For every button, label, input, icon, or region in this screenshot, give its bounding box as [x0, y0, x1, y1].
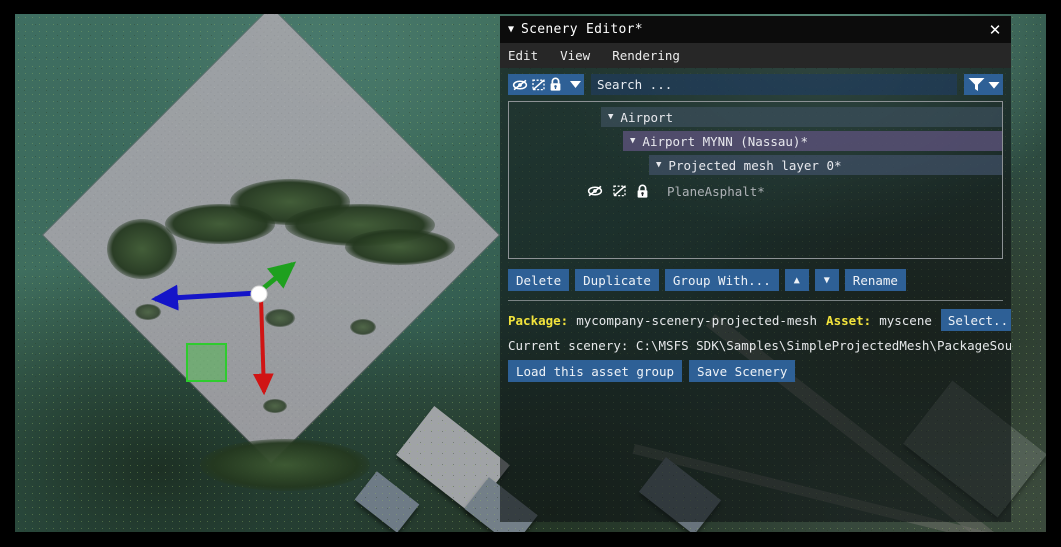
- visibility-dropdown-caret[interactable]: [566, 74, 584, 95]
- panel-body: Search ... ▼ Airport ▼ Airport MYNN (Nas…: [500, 68, 1011, 522]
- divider: [508, 300, 1003, 301]
- layers-slash-icon[interactable]: [612, 184, 627, 198]
- menu-item-view[interactable]: View: [560, 48, 590, 63]
- select-button[interactable]: Select...: [940, 309, 1011, 331]
- tree-clump: [350, 319, 376, 335]
- triangle-down-icon[interactable]: ▼: [656, 160, 661, 170]
- lock-icon: [550, 77, 561, 91]
- eye-slash-icon[interactable]: [587, 184, 603, 198]
- tree-row-label: Airport: [620, 109, 674, 125]
- tree-clump: [265, 309, 295, 327]
- tree-clump: [345, 229, 455, 265]
- scenery-editor-window[interactable]: ▼ Scenery Editor* ✕ Edit View Rendering: [500, 16, 1011, 522]
- triangle-down-icon: [569, 81, 581, 88]
- scenery-actions-toolbar: Load this asset group Save Scenery: [500, 353, 1011, 382]
- rename-button[interactable]: Rename: [844, 269, 906, 291]
- triangle-down-icon[interactable]: ▼: [608, 112, 613, 122]
- move-up-button[interactable]: ▲: [784, 269, 809, 291]
- tree-actions-toolbar: Delete Duplicate Group With... ▲ ▼ Renam…: [500, 259, 1011, 291]
- tree-clump: [200, 439, 370, 491]
- tree-row-projected-mesh-layer[interactable]: ▼ Projected mesh layer 0*: [649, 155, 1002, 175]
- tree-clump: [135, 304, 161, 320]
- toolbar: Search ...: [500, 68, 1011, 100]
- close-icon[interactable]: ✕: [985, 20, 1005, 40]
- tree-row-planeasphalt[interactable]: PlaneAsphalt*: [587, 181, 1002, 201]
- asset-value: myscene: [879, 312, 932, 328]
- funnel-icon: [968, 78, 985, 91]
- delete-button[interactable]: Delete: [508, 269, 570, 291]
- window-title: Scenery Editor*: [521, 22, 643, 37]
- visibility-toggle-group[interactable]: [508, 74, 566, 95]
- tree-clump: [263, 399, 287, 413]
- tree-row-airport[interactable]: ▼ Airport: [601, 107, 1002, 127]
- lock-icon[interactable]: [636, 184, 649, 199]
- search-input[interactable]: Search ...: [591, 74, 957, 95]
- tree-clump: [107, 219, 177, 279]
- duplicate-button[interactable]: Duplicate: [575, 269, 659, 291]
- titlebar: ▼ Scenery Editor* ✕: [500, 16, 1011, 43]
- asset-label: Asset:: [826, 312, 872, 328]
- filter-button[interactable]: [964, 74, 1003, 95]
- save-scenery-button[interactable]: Save Scenery: [689, 360, 796, 382]
- package-label: Package:: [508, 312, 569, 328]
- layers-slash-icon: [532, 79, 545, 90]
- package-info-row: Package: mycompany-scenery-projected-mes…: [500, 301, 1011, 331]
- menubar: Edit View Rendering: [500, 43, 1011, 68]
- triangle-down-icon[interactable]: ▼: [508, 24, 514, 35]
- tree-row-label: PlaneAsphalt*: [667, 183, 765, 199]
- triangle-down-icon: [988, 81, 1000, 89]
- triangle-down-icon[interactable]: ▼: [630, 136, 635, 146]
- load-asset-group-button[interactable]: Load this asset group: [508, 360, 683, 382]
- screenshot-root: ▼ Scenery Editor* ✕ Edit View Rendering: [0, 0, 1061, 547]
- eye-slash-icon: [512, 79, 528, 90]
- tree-row-label: Airport MYNN (Nassau)*: [642, 133, 808, 149]
- menu-item-edit[interactable]: Edit: [508, 48, 538, 63]
- scenery-tree[interactable]: ▼ Airport ▼ Airport MYNN (Nassau)* ▼ Pro…: [508, 101, 1003, 259]
- tree-row-airport-mynn[interactable]: ▼ Airport MYNN (Nassau)*: [623, 131, 1002, 151]
- package-value: mycompany-scenery-projected-mesh: [576, 312, 818, 328]
- current-scenery-path: Current scenery: C:\MSFS SDK\Samples\Sim…: [508, 338, 1011, 353]
- tree-clump: [165, 204, 275, 244]
- menu-item-rendering[interactable]: Rendering: [612, 48, 680, 63]
- group-with-button[interactable]: Group With...: [664, 269, 779, 291]
- move-down-button[interactable]: ▼: [814, 269, 839, 291]
- tree-row-label: Projected mesh layer 0*: [668, 157, 842, 173]
